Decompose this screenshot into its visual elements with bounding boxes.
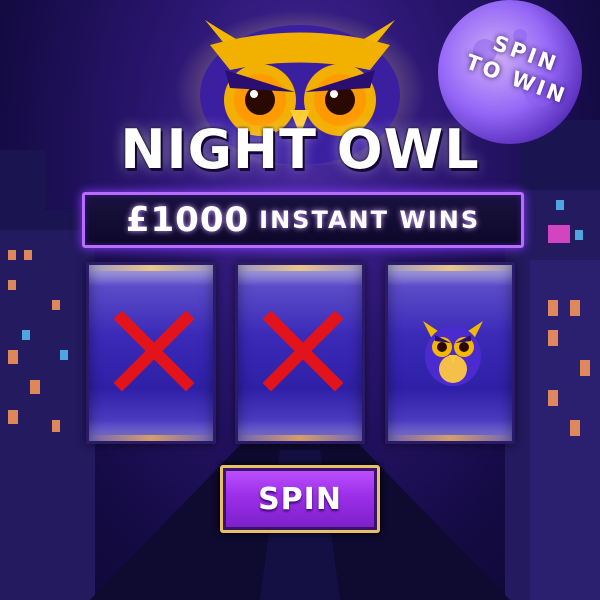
reel-1	[86, 262, 216, 444]
red-x-icon	[263, 311, 343, 391]
prize-text: INSTANT WINS	[259, 206, 481, 234]
prize-banner: £1000 INSTANT WINS	[82, 192, 524, 248]
owl-icon	[423, 321, 483, 386]
red-x-icon	[114, 311, 194, 391]
spin-button[interactable]: SPIN	[220, 465, 380, 533]
prize-amount: £1000	[125, 200, 250, 240]
reel-3	[385, 262, 515, 444]
reel-2	[235, 262, 365, 444]
game-title: NIGHT OWL	[120, 118, 480, 181]
game-screen: SPIN TO WIN NIGHT OWL £1000 INSTANT WINS	[0, 0, 600, 600]
